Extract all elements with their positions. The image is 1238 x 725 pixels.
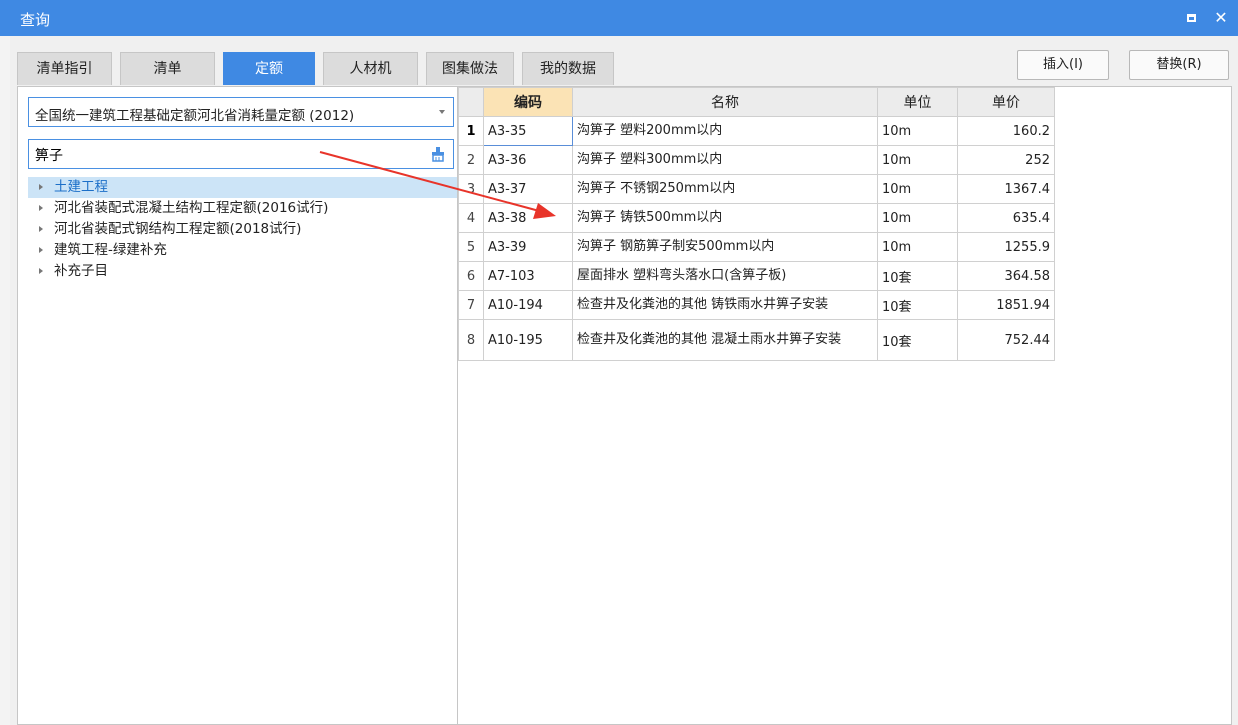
row-number: 4 bbox=[458, 203, 484, 233]
cell-unit[interactable]: 10套 bbox=[877, 319, 958, 361]
cell-name[interactable]: 沟箅子 钢筋箅子制安500mm以内 bbox=[572, 232, 878, 262]
table-row[interactable]: 5 A3-39 沟箅子 钢筋箅子制安500mm以内 10m 1255.9 bbox=[458, 232, 1055, 262]
row-number: 1 bbox=[458, 116, 484, 146]
table-row[interactable]: 6 A7-103 屋面排水 塑料弯头落水口(含箅子板) 10套 364.58 bbox=[458, 261, 1055, 291]
expand-arrow-icon[interactable] bbox=[39, 184, 43, 190]
cell-unit[interactable]: 10m bbox=[877, 174, 958, 204]
cell-name[interactable]: 屋面排水 塑料弯头落水口(含箅子板) bbox=[572, 261, 878, 291]
cell-name[interactable]: 沟箅子 不锈钢250mm以内 bbox=[572, 174, 878, 204]
cell-code[interactable]: A3-39 bbox=[483, 232, 573, 262]
left-panel: 全国统一建筑工程基础定额河北省消耗量定额 (2012) 土建工程 河北省装配式混… bbox=[17, 86, 458, 725]
table-header-row: 编码 名称 单位 单价 bbox=[458, 87, 1055, 117]
search-box bbox=[28, 139, 454, 169]
cell-price[interactable]: 635.4 bbox=[957, 203, 1055, 233]
row-number-header bbox=[458, 87, 484, 117]
table-row[interactable]: 4 A3-38 沟箅子 铸铁500mm以内 10m 635.4 bbox=[458, 203, 1055, 233]
column-header-code[interactable]: 编码 bbox=[483, 87, 573, 117]
tree-item-prefab-concrete[interactable]: 河北省装配式混凝土结构工程定额(2016试行) bbox=[28, 198, 458, 219]
tab-bill[interactable]: 清单 bbox=[120, 52, 215, 85]
chevron-down-icon bbox=[439, 110, 445, 114]
cell-code[interactable]: A10-194 bbox=[483, 290, 573, 320]
cell-unit[interactable]: 10m bbox=[877, 203, 958, 233]
replace-button[interactable]: 替换(R) bbox=[1129, 50, 1229, 80]
tab-my-data[interactable]: 我的数据 bbox=[522, 52, 614, 85]
table-row[interactable]: 2 A3-36 沟箅子 塑料300mm以内 10m 252 bbox=[458, 145, 1055, 175]
tree-item-label: 河北省装配式混凝土结构工程定额(2016试行) bbox=[54, 200, 329, 216]
tree-item-label: 补充子目 bbox=[54, 263, 108, 279]
window-title: 查询 bbox=[20, 11, 51, 29]
quota-tree: 土建工程 河北省装配式混凝土结构工程定额(2016试行) 河北省装配式钢结构工程… bbox=[28, 177, 458, 282]
cell-name[interactable]: 沟箅子 塑料200mm以内 bbox=[572, 116, 878, 146]
cell-price[interactable]: 252 bbox=[957, 145, 1055, 175]
cell-unit[interactable]: 10套 bbox=[877, 290, 958, 320]
maximize-icon bbox=[1186, 14, 1196, 22]
tree-item-supplementary[interactable]: 补充子目 bbox=[28, 261, 458, 282]
tab-quota[interactable]: 定额 bbox=[223, 52, 315, 85]
row-number: 6 bbox=[458, 261, 484, 291]
query-dialog: 查询 ✕ 清单指引 清单 定额 人材机 图集做法 我的数据 插入(I) 替换(R… bbox=[0, 0, 1238, 725]
tab-bill-guide[interactable]: 清单指引 bbox=[17, 52, 112, 85]
row-number: 8 bbox=[458, 319, 484, 361]
column-header-price[interactable]: 单价 bbox=[957, 87, 1055, 117]
table-row[interactable]: 7 A10-194 检查井及化粪池的其他 铸铁雨水井箅子安装 10套 1851.… bbox=[458, 290, 1055, 320]
cell-unit[interactable]: 10m bbox=[877, 145, 958, 175]
row-number: 5 bbox=[458, 232, 484, 262]
column-header-name[interactable]: 名称 bbox=[572, 87, 878, 117]
table-row[interactable]: 8 A10-195 检查井及化粪池的其他 混凝土雨水井箅子安装 10套 752.… bbox=[458, 319, 1055, 361]
cell-price[interactable]: 1255.9 bbox=[957, 232, 1055, 262]
clear-brush-icon[interactable] bbox=[431, 146, 445, 162]
row-number: 7 bbox=[458, 290, 484, 320]
cell-code[interactable]: A3-35 bbox=[483, 116, 573, 146]
close-button[interactable]: ✕ bbox=[1210, 7, 1232, 29]
expand-arrow-icon[interactable] bbox=[39, 226, 43, 232]
quota-results-table: 编码 名称 单位 单价 1 A3-35 沟箅子 塑料200mm以内 10m 16… bbox=[458, 87, 1055, 361]
cell-unit[interactable]: 10套 bbox=[877, 261, 958, 291]
cell-name[interactable]: 沟箅子 铸铁500mm以内 bbox=[572, 203, 878, 233]
cell-code[interactable]: A7-103 bbox=[483, 261, 573, 291]
cell-name[interactable]: 沟箅子 塑料300mm以内 bbox=[572, 145, 878, 175]
column-header-unit[interactable]: 单位 bbox=[877, 87, 958, 117]
row-number: 2 bbox=[458, 145, 484, 175]
cell-code[interactable]: A10-195 bbox=[483, 319, 573, 361]
cell-price[interactable]: 364.58 bbox=[957, 261, 1055, 291]
search-input[interactable] bbox=[33, 146, 417, 164]
insert-button[interactable]: 插入(I) bbox=[1017, 50, 1109, 80]
cell-price[interactable]: 1367.4 bbox=[957, 174, 1055, 204]
tab-labor-material-machine[interactable]: 人材机 bbox=[323, 52, 418, 85]
cell-code[interactable]: A3-38 bbox=[483, 203, 573, 233]
tab-atlas-method[interactable]: 图集做法 bbox=[426, 52, 514, 85]
quota-library-select[interactable]: 全国统一建筑工程基础定额河北省消耗量定额 (2012) bbox=[28, 97, 454, 127]
cell-price[interactable]: 160.2 bbox=[957, 116, 1055, 146]
tree-item-label: 河北省装配式钢结构工程定额(2018试行) bbox=[54, 221, 302, 237]
tree-item-label: 土建工程 bbox=[54, 179, 108, 195]
tree-item-civil-engineering[interactable]: 土建工程 bbox=[28, 177, 458, 198]
close-icon: ✕ bbox=[1214, 8, 1228, 27]
results-panel: 编码 名称 单位 单价 1 A3-35 沟箅子 塑料200mm以内 10m 16… bbox=[457, 86, 1232, 725]
table-row[interactable]: 1 A3-35 沟箅子 塑料200mm以内 10m 160.2 bbox=[458, 116, 1055, 146]
cell-unit[interactable]: 10m bbox=[877, 116, 958, 146]
cell-name[interactable]: 检查井及化粪池的其他 铸铁雨水井箅子安装 bbox=[572, 290, 878, 320]
quota-library-value: 全国统一建筑工程基础定额河北省消耗量定额 (2012) bbox=[35, 108, 355, 124]
cell-code[interactable]: A3-36 bbox=[483, 145, 573, 175]
cell-price[interactable]: 752.44 bbox=[957, 319, 1055, 361]
title-bar: 查询 ✕ bbox=[0, 0, 1238, 36]
cell-name[interactable]: 检查井及化粪池的其他 混凝土雨水井箅子安装 bbox=[572, 319, 878, 361]
maximize-button[interactable] bbox=[1180, 7, 1202, 29]
expand-arrow-icon[interactable] bbox=[39, 247, 43, 253]
tree-item-prefab-steel[interactable]: 河北省装配式钢结构工程定额(2018试行) bbox=[28, 219, 458, 240]
tree-item-label: 建筑工程-绿建补充 bbox=[54, 242, 167, 258]
expand-arrow-icon[interactable] bbox=[39, 268, 43, 274]
tree-item-green-building[interactable]: 建筑工程-绿建补充 bbox=[28, 240, 458, 261]
expand-arrow-icon[interactable] bbox=[39, 205, 43, 211]
cell-price[interactable]: 1851.94 bbox=[957, 290, 1055, 320]
cell-code[interactable]: A3-37 bbox=[483, 174, 573, 204]
row-number: 3 bbox=[458, 174, 484, 204]
table-row[interactable]: 3 A3-37 沟箅子 不锈钢250mm以内 10m 1367.4 bbox=[458, 174, 1055, 204]
cell-unit[interactable]: 10m bbox=[877, 232, 958, 262]
